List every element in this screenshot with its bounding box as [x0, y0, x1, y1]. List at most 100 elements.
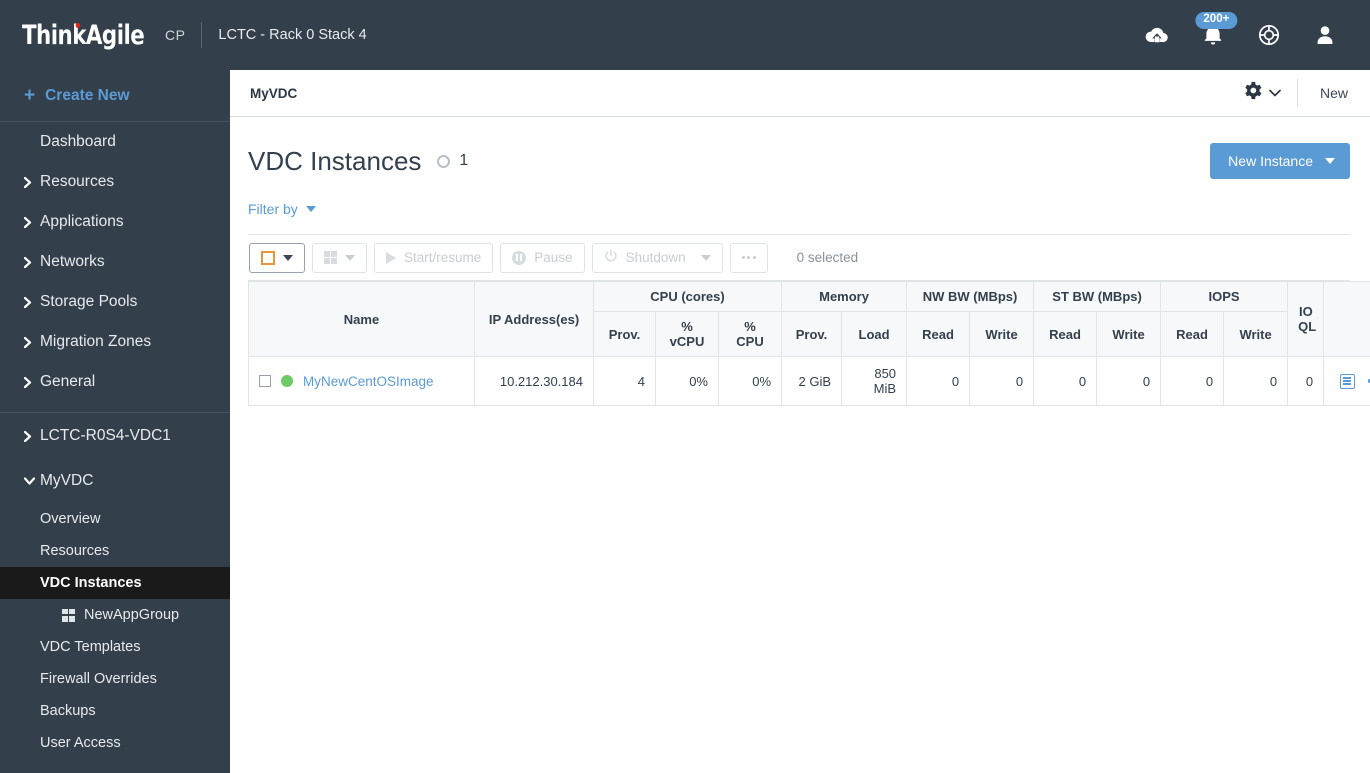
- instance-count: 1: [459, 152, 469, 169]
- col-ip-address[interactable]: IP Address(es): [474, 281, 594, 357]
- user-account-icon[interactable]: [1310, 20, 1340, 50]
- grid-view-icon: [324, 251, 337, 264]
- chevron-right-icon: [24, 256, 40, 268]
- sidebar-item-label: Backups: [40, 703, 96, 719]
- chevron-down-icon: [283, 254, 293, 261]
- view-mode-dropdown[interactable]: [312, 242, 367, 273]
- cell-actions: [1323, 356, 1370, 406]
- sidebar-item-label: VDC Instances: [40, 575, 142, 591]
- sidebar-item-label: LCTC-R0S4-VDC1: [40, 427, 171, 444]
- col-mem-load[interactable]: Load: [841, 311, 908, 357]
- row-checkbox[interactable]: [259, 375, 271, 387]
- breadcrumb[interactable]: MyVDC: [250, 86, 297, 101]
- sidebar-item-vdc-templates[interactable]: VDC Templates: [0, 631, 230, 663]
- sidebar-item-overview[interactable]: Overview: [0, 503, 230, 535]
- col-st-read[interactable]: Read: [1033, 311, 1098, 357]
- sidebar-item-myvdc[interactable]: MyVDC: [0, 459, 230, 503]
- notification-bell-icon[interactable]: 200+: [1195, 12, 1238, 50]
- gear-icon: [1243, 81, 1262, 105]
- pause-button[interactable]: Pause: [500, 242, 585, 273]
- sidebar-item-resources[interactable]: Resources: [0, 162, 230, 202]
- notification-count-badge: 200+: [1195, 12, 1238, 29]
- chevron-down-icon: [1325, 158, 1335, 164]
- cloud-download-icon[interactable]: [1142, 20, 1172, 50]
- sidebar-item-firewall-overrides[interactable]: Firewall Overrides: [0, 663, 230, 695]
- col-name[interactable]: Name: [248, 281, 475, 357]
- more-actions-button[interactable]: [729, 242, 768, 273]
- col-st-write[interactable]: Write: [1096, 311, 1162, 357]
- main-area: MyVDC New VDC Instances 1 New Instance F…: [230, 70, 1370, 773]
- cell-mem-load: 850 MiB: [841, 356, 908, 406]
- sidebar-item-label: VDC Templates: [40, 639, 141, 655]
- power-icon: [604, 249, 618, 266]
- col-cpu-pct[interactable]: % CPU: [717, 311, 783, 357]
- col-nw-read[interactable]: Read: [906, 311, 971, 357]
- breadcrumb-bar: MyVDC New: [230, 70, 1370, 117]
- colgroup-nw-bw: NW BW (MBps): [906, 281, 1035, 312]
- play-icon: [386, 251, 396, 264]
- sidebar-item-label: Migration Zones: [40, 333, 152, 350]
- cell-st-read: 0: [1033, 356, 1098, 406]
- sidebar-item-dashboard[interactable]: Dashboard: [0, 122, 230, 162]
- new-instance-button[interactable]: New Instance: [1210, 143, 1350, 179]
- sidebar-item-newappgroup[interactable]: NewAppGroup: [0, 599, 230, 631]
- filter-by-label: Filter by: [248, 201, 298, 217]
- start-resume-button[interactable]: Start/resume: [374, 242, 494, 273]
- action-toolbar: Start/resume Pause Shutdown 0 selected: [248, 234, 1350, 281]
- sidebar-item-label: MyVDC: [40, 472, 94, 489]
- help-icon[interactable]: [1254, 20, 1284, 50]
- pause-icon: [512, 250, 527, 265]
- checkbox-icon: [261, 250, 275, 265]
- logo-red-dot: [75, 22, 81, 28]
- col-nw-write[interactable]: Write: [969, 311, 1035, 357]
- new-button[interactable]: New: [1298, 70, 1370, 116]
- create-new-button[interactable]: + Create New: [0, 70, 230, 121]
- new-instance-label: New Instance: [1228, 153, 1313, 169]
- sidebar-item-user-access[interactable]: User Access: [0, 727, 230, 759]
- col-iops-read[interactable]: Read: [1160, 311, 1225, 357]
- sidebar-item-label: Firewall Overrides: [40, 671, 157, 687]
- chevron-right-icon: [24, 216, 40, 228]
- sidebar-item-storage-pools[interactable]: Storage Pools: [0, 282, 230, 322]
- page-header: VDC Instances 1 New Instance: [248, 143, 1350, 179]
- col-actions: [1323, 281, 1370, 357]
- thinkagile-logo: ThinkAgile: [22, 19, 145, 51]
- sidebar-item-vdc-resources[interactable]: Resources: [0, 535, 230, 567]
- colgroup-iops: IOPS: [1160, 281, 1289, 312]
- page-title: VDC Instances: [248, 145, 422, 176]
- sidebar-item-networks[interactable]: Networks: [0, 242, 230, 282]
- select-all-dropdown[interactable]: [249, 242, 305, 273]
- settings-menu-button[interactable]: [1227, 70, 1297, 116]
- col-cpu-prov[interactable]: Prov.: [593, 311, 656, 357]
- sidebar-item-applications[interactable]: Applications: [0, 202, 230, 242]
- sidebar-item-label: Resources: [40, 173, 115, 190]
- sidebar-item-label: Dashboard: [40, 133, 116, 150]
- chevron-down-icon: [305, 206, 316, 212]
- app-group-grid-icon: [62, 608, 75, 622]
- cell-cpu-vcpu-pct: 0%: [655, 356, 719, 406]
- vdc-instances-table: Name IP Address(es) CPU (cores) Memory N…: [248, 281, 1370, 406]
- top-bar: ThinkAgile CP LCTC - Rack 0 Stack 4 200+: [0, 0, 1370, 70]
- instance-name-link[interactable]: MyNewCentOSImage: [303, 374, 434, 389]
- colgroup-memory: Memory: [781, 281, 908, 312]
- col-cpu-vcpu-pct[interactable]: % vCPU: [655, 311, 719, 357]
- chevron-down-icon: [24, 477, 40, 485]
- col-mem-prov[interactable]: Prov.: [781, 311, 843, 357]
- sidebar-item-migration-zones[interactable]: Migration Zones: [0, 322, 230, 362]
- console-icon[interactable]: [1339, 373, 1355, 389]
- col-io-ql[interactable]: IO QL: [1287, 281, 1325, 357]
- sidebar-item-general[interactable]: General: [0, 362, 230, 402]
- shutdown-button[interactable]: Shutdown: [591, 242, 723, 273]
- selected-count-label: 0 selected: [796, 250, 859, 265]
- sidebar-item-backups[interactable]: Backups: [0, 695, 230, 727]
- shutdown-label: Shutdown: [625, 250, 686, 265]
- plus-icon: +: [24, 85, 36, 106]
- table-group-header-row: Name IP Address(es) CPU (cores) Memory N…: [248, 281, 1370, 357]
- filter-by-dropdown[interactable]: Filter by: [248, 201, 316, 217]
- sidebar-item-label: NewAppGroup: [84, 607, 180, 623]
- table-row[interactable]: MyNewCentOSImage 10.212.30.184 4 0% 0% 2…: [248, 356, 1370, 406]
- chevron-down-icon: [345, 254, 355, 261]
- col-iops-write[interactable]: Write: [1223, 311, 1289, 357]
- sidebar-item-lctc-r0s4-vdc1[interactable]: LCTC-R0S4-VDC1: [0, 413, 230, 459]
- sidebar-item-vdc-instances[interactable]: VDC Instances: [0, 567, 230, 599]
